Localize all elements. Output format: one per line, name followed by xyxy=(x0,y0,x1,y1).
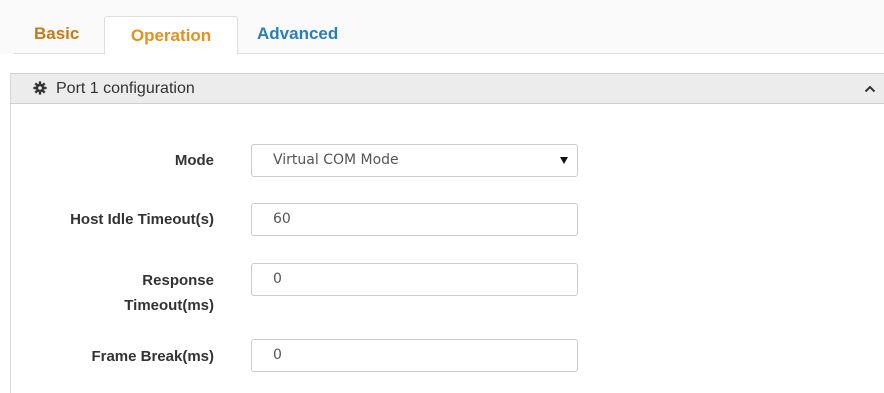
panel-header[interactable]: Port 1 configuration xyxy=(11,73,884,104)
mode-select-value: Virtual COM Mode xyxy=(273,152,399,168)
response-timeout-label-line1: Response xyxy=(142,272,214,289)
host-idle-timeout-label: Host Idle Timeout(s) xyxy=(70,211,214,228)
frame-break-input[interactable]: 0 xyxy=(251,339,578,372)
caret-down-icon xyxy=(560,157,568,164)
tab-basic[interactable]: Basic xyxy=(34,16,79,52)
mode-label: Mode xyxy=(174,152,214,169)
host-idle-timeout-input[interactable]: 60 xyxy=(251,203,578,236)
panel-title: Port 1 configuration xyxy=(56,80,195,97)
response-timeout-label-line2: Timeout(ms) xyxy=(124,297,214,314)
tab-advanced[interactable]: Advanced xyxy=(257,16,338,52)
chevron-up-icon[interactable] xyxy=(863,82,877,96)
tab-operation[interactable]: Operation xyxy=(104,16,238,55)
response-timeout-input[interactable]: 0 xyxy=(251,263,578,296)
gear-icon xyxy=(33,81,47,95)
mode-select[interactable]: Virtual COM Mode xyxy=(251,144,578,177)
frame-break-label: Frame Break(ms) xyxy=(91,348,214,365)
